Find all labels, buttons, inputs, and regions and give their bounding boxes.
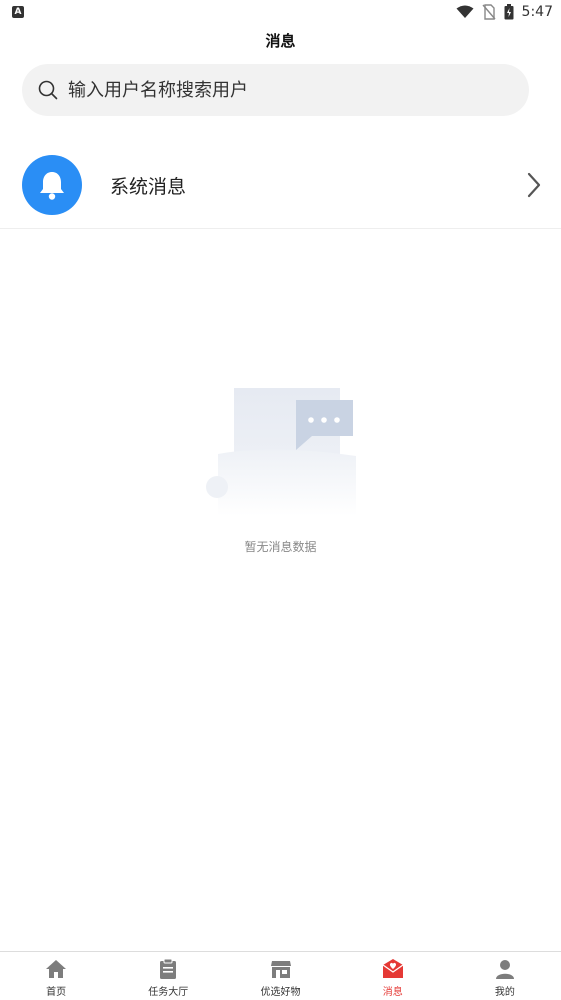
nav-label: 优选好物 [260,987,301,998]
bell-icon [40,172,64,200]
system-message-label: 系统消息 [110,175,187,198]
mail-heart-icon [382,959,404,978]
user-icon [495,960,514,979]
status-bar: A 5:47 [0,0,561,26]
chevron-right-icon [527,172,541,198]
wifi-icon [456,5,474,18]
empty-message-illustration [206,388,356,516]
nav-label: 首页 [46,987,67,998]
clipboard-icon [160,958,177,979]
nav-label: 消息 [382,987,403,998]
nav-item-mine[interactable]: 我的 [449,952,561,1000]
battery-icon [504,4,514,20]
nav-label: 任务大厅 [148,987,189,998]
empty-state-text: 暂无消息数据 [244,540,317,554]
system-message-avatar [22,155,82,215]
nav-item-home[interactable]: 首页 [0,952,112,1000]
home-icon [46,960,67,978]
nav-item-task-hall[interactable]: 任务大厅 [112,952,224,1000]
status-time: 5:47 [521,4,553,20]
system-message-item[interactable]: 系统消息 [0,142,561,229]
bottom-nav: 首页 任务大厅 优选好物 消息 我的 [0,951,561,1000]
page-title: 消息 [265,32,296,50]
status-right: 5:47 [456,2,553,22]
search-icon [38,80,58,100]
store-icon [270,961,291,978]
nav-item-messages[interactable]: 消息 [337,952,449,1000]
search-bar[interactable] [22,64,529,116]
nav-label: 我的 [494,987,515,998]
search-input[interactable] [66,78,510,102]
notification-app-icon: A [12,6,24,18]
nav-item-featured-goods[interactable]: 优选好物 [224,952,336,1000]
no-sim-icon [482,4,496,20]
